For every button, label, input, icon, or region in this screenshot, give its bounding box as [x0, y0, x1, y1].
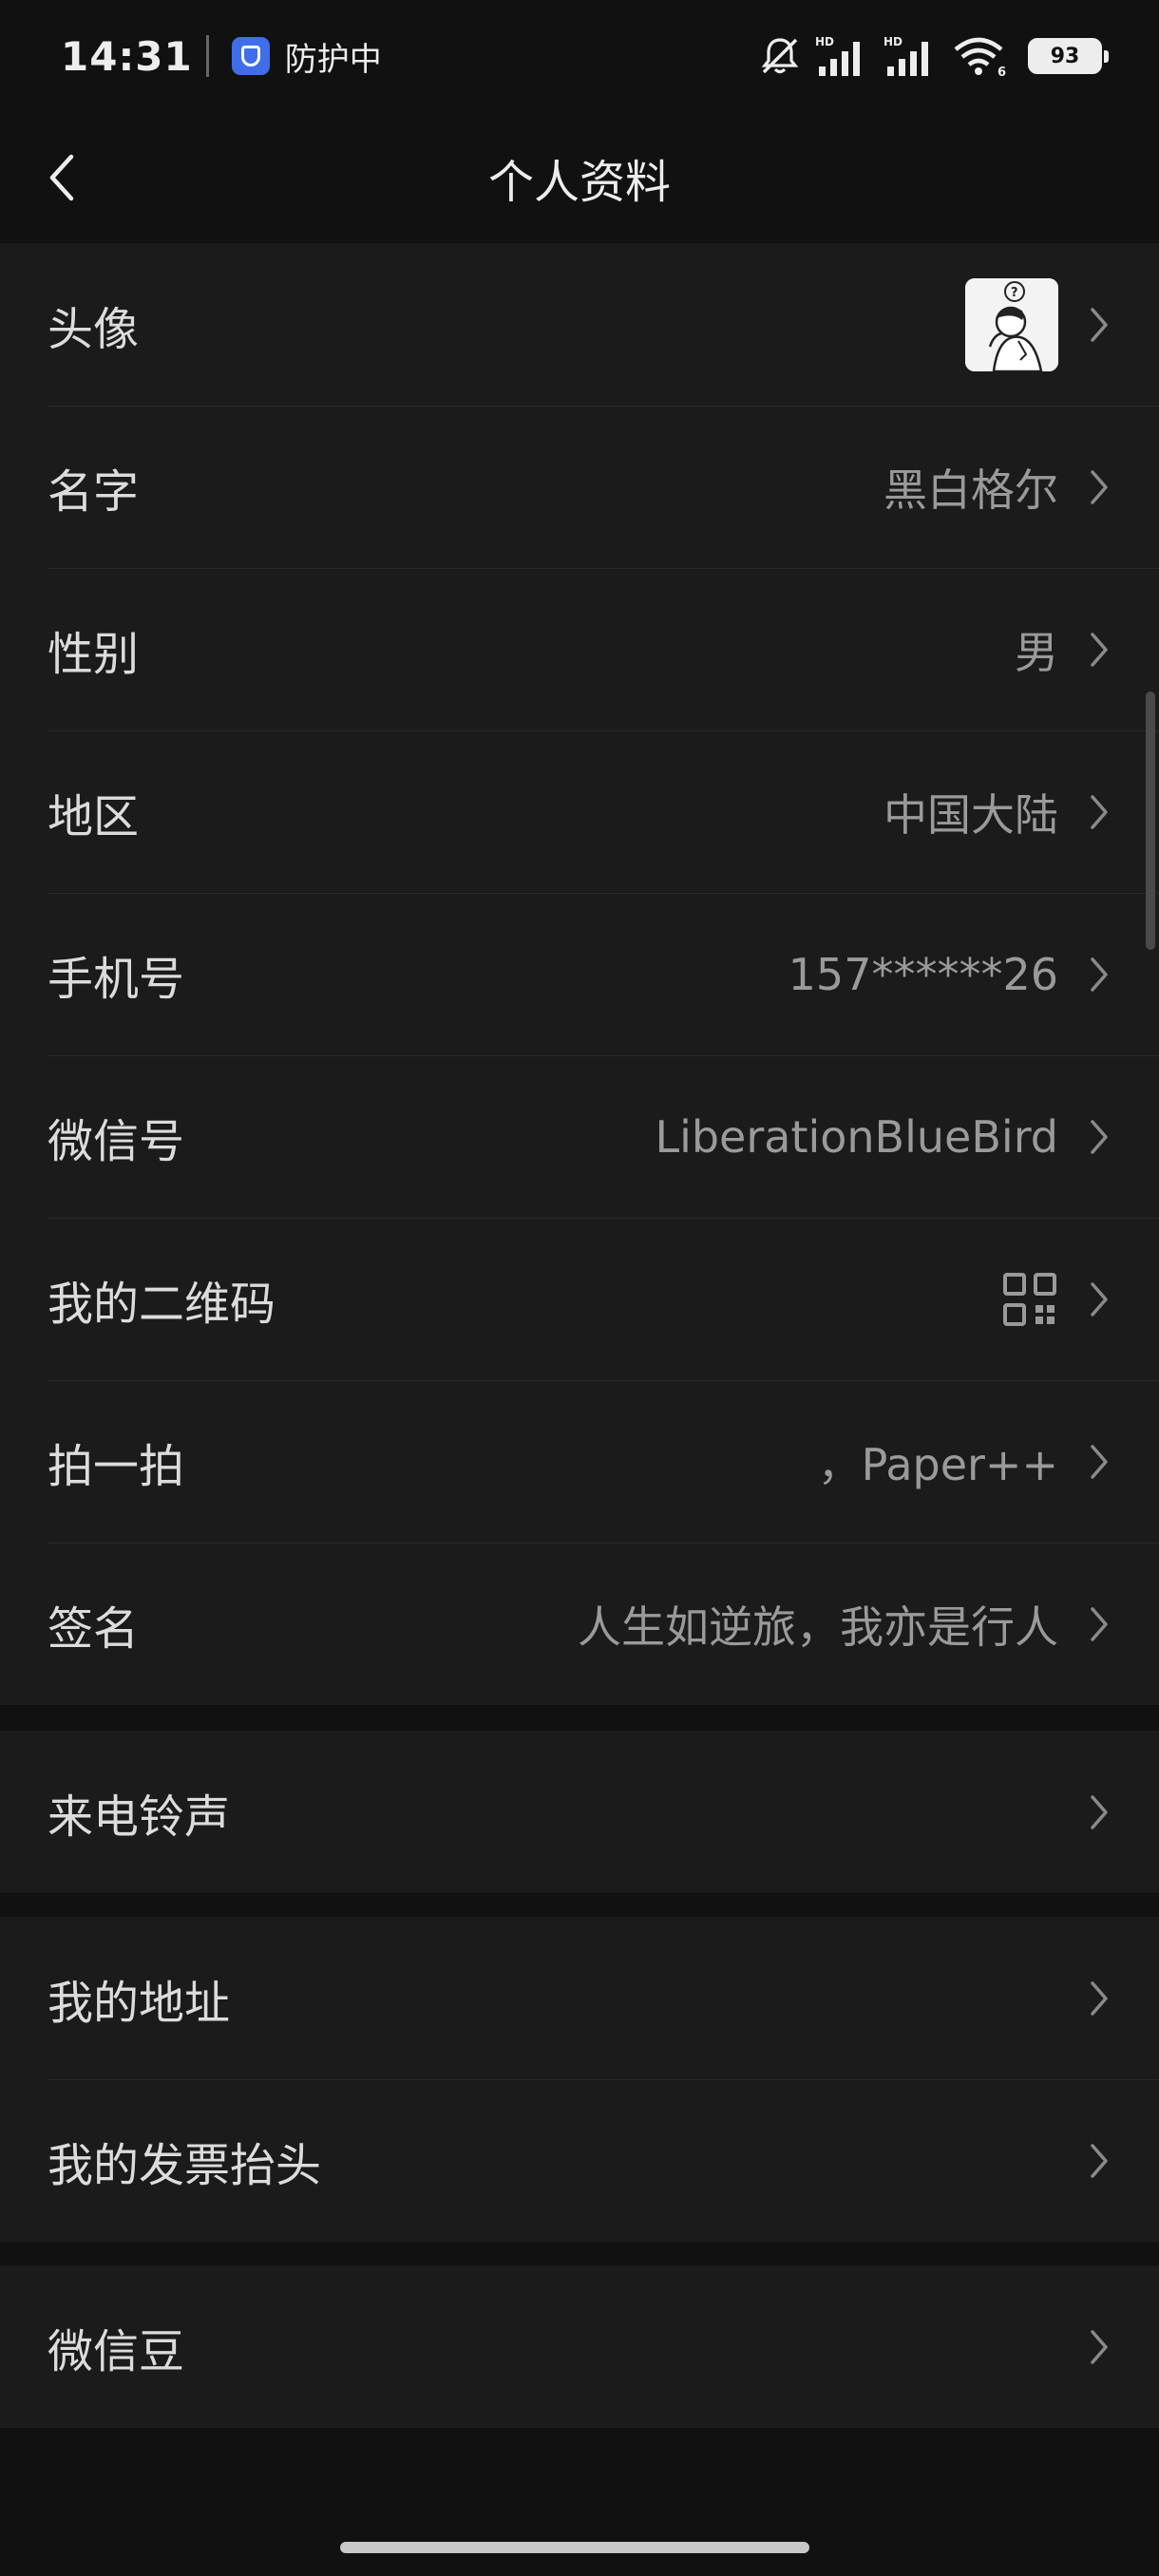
home-indicator[interactable]	[340, 2542, 809, 2553]
phone-label: 手机号	[48, 952, 185, 1006]
nav-header: 个人资料	[0, 112, 1159, 243]
row-qr-code[interactable]: 我的二维码	[0, 1218, 1159, 1380]
back-button[interactable]	[28, 144, 95, 211]
chevron-right-icon	[1087, 304, 1112, 346]
back-arrow-icon	[49, 154, 74, 201]
profile-page: 14:31 防护中 HD HD 6 93 个人资料 头像 ? 名字 黑白格尔 性…	[0, 0, 1159, 2576]
chevron-right-icon	[1087, 791, 1112, 833]
battery-indicator: 93	[1028, 38, 1109, 74]
row-name[interactable]: 名字 黑白格尔	[0, 406, 1159, 568]
wifi-tag: 6	[998, 66, 1006, 78]
invoice-label: 我的发票抬头	[48, 2138, 322, 2192]
name-value: 黑白格尔	[884, 464, 1058, 516]
qr-code-icon	[1003, 1272, 1056, 1326]
signal-tag-1: HD	[815, 35, 834, 48]
chevron-right-icon	[1087, 954, 1112, 995]
row-wechat-id[interactable]: 微信号 LiberationBlueBird	[0, 1055, 1159, 1218]
wechat-id-label: 微信号	[48, 1114, 185, 1168]
signature-label: 签名	[48, 1601, 140, 1656]
svg-text:?: ?	[1011, 286, 1018, 300]
beans-group: 微信豆	[0, 2265, 1159, 2428]
chevron-right-icon	[1087, 1116, 1112, 1158]
profile-group: 头像 ? 名字 黑白格尔 性别 男 地区 中国大陆 手机号 157******2…	[0, 243, 1159, 1705]
status-icons: HD HD 6 93	[758, 34, 1109, 78]
address-label: 我的地址	[48, 1976, 231, 2030]
signal-tag-2: HD	[884, 35, 902, 48]
row-ringtone[interactable]: 来电铃声	[0, 1731, 1159, 1893]
phone-value: 157******26	[788, 948, 1058, 1000]
avatar-label: 头像	[48, 302, 140, 356]
qr-code-label: 我的二维码	[48, 1277, 276, 1331]
pat-value: ，Paper++	[817, 1438, 1058, 1490]
chevron-right-icon	[1087, 466, 1112, 508]
signal-icon-2: HD	[884, 34, 939, 78]
pat-label: 拍一拍	[48, 1439, 185, 1493]
region-value: 中国大陆	[884, 788, 1058, 841]
status-divider	[205, 35, 209, 77]
chevron-right-icon	[1087, 2326, 1112, 2368]
shield-icon	[231, 37, 270, 75]
row-address[interactable]: 我的地址	[0, 1917, 1159, 2079]
gender-label: 性别	[48, 627, 140, 681]
signal-icon-1: HD	[815, 34, 870, 78]
bell-muted-icon	[758, 34, 802, 78]
row-gender[interactable]: 性别 男	[0, 568, 1159, 730]
ringtone-group: 来电铃声	[0, 1731, 1159, 1893]
wechat-beans-label: 微信豆	[48, 2324, 185, 2378]
address-group: 我的地址 我的发票抬头	[0, 1917, 1159, 2242]
chevron-right-icon	[1087, 629, 1112, 671]
row-signature[interactable]: 签名 人生如逆旅，我亦是行人	[0, 1543, 1159, 1705]
chevron-right-icon	[1087, 1603, 1112, 1645]
chevron-right-icon	[1087, 1441, 1112, 1483]
ringtone-label: 来电铃声	[48, 1790, 231, 1844]
status-bar: 14:31 防护中 HD HD 6 93	[0, 0, 1159, 112]
row-avatar[interactable]: 头像 ?	[0, 243, 1159, 406]
chevron-right-icon	[1087, 1791, 1112, 1833]
row-pat[interactable]: 拍一拍 ，Paper++	[0, 1380, 1159, 1543]
scrollbar[interactable]	[1146, 691, 1155, 950]
row-invoice[interactable]: 我的发票抬头	[0, 2079, 1159, 2242]
wechat-id-value: LiberationBlueBird	[655, 1110, 1058, 1163]
status-time: 14:31	[61, 32, 193, 80]
signature-value: 人生如逆旅，我亦是行人	[578, 1601, 1058, 1653]
gender-value: 男	[1015, 626, 1058, 678]
chevron-right-icon	[1087, 1978, 1112, 2019]
row-phone[interactable]: 手机号 157******26	[0, 893, 1159, 1055]
avatar: ?	[965, 277, 1058, 371]
wifi-icon: 6	[952, 34, 1009, 78]
row-wechat-beans[interactable]: 微信豆	[0, 2265, 1159, 2428]
name-label: 名字	[48, 464, 140, 519]
chevron-right-icon	[1087, 1279, 1112, 1320]
chevron-right-icon	[1087, 2140, 1112, 2182]
page-title: 个人资料	[487, 156, 671, 209]
region-label: 地区	[48, 789, 140, 843]
protection-status: 防护中	[284, 40, 382, 79]
row-region[interactable]: 地区 中国大陆	[0, 730, 1159, 893]
